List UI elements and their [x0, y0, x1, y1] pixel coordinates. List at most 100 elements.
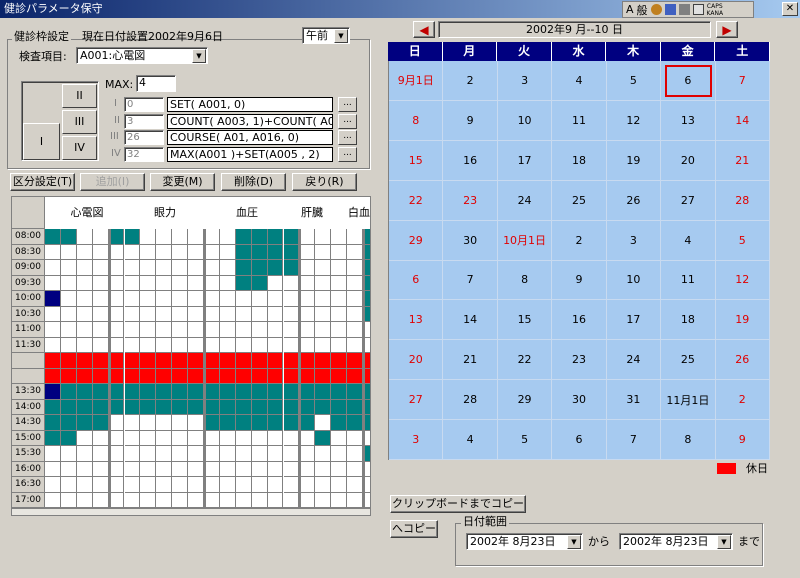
horizontal-scrollbar[interactable]	[11, 508, 371, 516]
schedule-cell[interactable]	[172, 384, 189, 400]
schedule-cell[interactable]	[331, 446, 348, 462]
rule-edit-button-iv[interactable]: ...	[338, 147, 357, 162]
schedule-cell[interactable]	[188, 492, 204, 507]
schedule-cell[interactable]	[331, 260, 348, 276]
schedule-cell[interactable]	[347, 337, 363, 353]
schedule-cell[interactable]	[347, 399, 363, 415]
calendar-day[interactable]: 5	[715, 220, 770, 261]
schedule-cell[interactable]	[299, 384, 316, 400]
schedule-cell[interactable]	[108, 461, 125, 477]
calendar-day[interactable]: 9	[552, 260, 607, 301]
rule-formula-iv[interactable]: MAX(A001 )+SET(A005 , 2)	[167, 147, 333, 162]
schedule-cell[interactable]	[268, 492, 284, 507]
schedule-cell[interactable]	[235, 477, 252, 493]
schedule-cell[interactable]	[140, 260, 157, 276]
schedule-cell[interactable]	[363, 229, 370, 245]
schedule-cell[interactable]	[267, 275, 284, 291]
schedule-cell[interactable]	[363, 244, 370, 260]
schedule-cell[interactable]	[363, 306, 370, 322]
schedule-cell[interactable]	[315, 337, 332, 353]
calendar-day[interactable]: 28	[715, 180, 770, 221]
schedule-cell[interactable]	[283, 415, 300, 431]
schedule-cell[interactable]	[172, 477, 189, 493]
schedule-cell[interactable]	[60, 368, 77, 384]
calendar-day[interactable]: 4	[443, 420, 498, 460]
rule-formula-ii[interactable]: COUNT( A003, 1)+COUNT( A0	[167, 114, 333, 129]
calendar-day[interactable]: 10	[606, 260, 662, 301]
schedule-cell[interactable]	[363, 353, 370, 369]
schedule-cell[interactable]	[125, 492, 141, 507]
calendar-day[interactable]: 3	[389, 420, 444, 460]
schedule-cell[interactable]	[60, 415, 77, 431]
schedule-cell[interactable]	[124, 260, 141, 276]
schedule-cell[interactable]	[76, 260, 93, 276]
schedule-cell[interactable]	[172, 492, 189, 507]
schedule-cell[interactable]	[347, 368, 363, 384]
schedule-cell[interactable]	[108, 275, 125, 291]
schedule-cell[interactable]	[140, 461, 157, 477]
schedule-cell[interactable]	[204, 399, 220, 415]
schedule-cell[interactable]	[204, 461, 220, 477]
schedule-cell[interactable]	[363, 461, 370, 477]
schedule-cell[interactable]	[251, 384, 268, 400]
schedule-cell[interactable]	[76, 322, 93, 338]
schedule-cell[interactable]	[45, 430, 61, 446]
calendar-day[interactable]: 16	[443, 140, 498, 181]
calendar-day[interactable]: 7	[443, 260, 498, 301]
calendar-day[interactable]: 4	[552, 61, 607, 101]
schedule-cell[interactable]	[108, 492, 125, 507]
schedule-cell[interactable]	[92, 291, 109, 307]
schedule-cell[interactable]	[108, 353, 125, 369]
schedule-cell[interactable]	[251, 244, 268, 260]
calendar-day[interactable]: 23	[443, 180, 498, 221]
schedule-cell[interactable]	[315, 353, 332, 369]
schedule-cell[interactable]	[331, 384, 348, 400]
schedule-cell[interactable]	[156, 477, 173, 493]
schedule-cell[interactable]	[299, 244, 316, 260]
copy-to-button[interactable]: へコピー	[390, 520, 438, 538]
schedule-cell[interactable]	[140, 291, 157, 307]
schedule-cell[interactable]	[188, 430, 204, 446]
schedule-cell[interactable]	[188, 353, 204, 369]
calendar-day[interactable]: 25	[552, 180, 607, 221]
tab-i[interactable]: I	[23, 123, 60, 160]
tab-iv[interactable]: IV	[62, 136, 97, 160]
calendar-day[interactable]: 8	[389, 100, 444, 141]
schedule-cell[interactable]	[347, 244, 363, 260]
schedule-cell[interactable]	[284, 492, 300, 507]
calendar-day[interactable]: 22	[497, 340, 553, 381]
schedule-cell[interactable]	[267, 306, 284, 322]
schedule-cell[interactable]	[92, 430, 109, 446]
schedule-cell[interactable]	[188, 322, 204, 338]
calendar-body[interactable]: 9月1日 2 3 4 5 6 7 8 9 10 11 12 13 14 15 16 17 18 19 20 21 22 23…	[388, 61, 770, 460]
schedule-cell[interactable]	[124, 244, 141, 260]
schedule-cell[interactable]	[92, 322, 109, 338]
schedule-cell[interactable]	[363, 492, 370, 507]
schedule-cell[interactable]	[124, 368, 141, 384]
schedule-cell[interactable]	[219, 275, 236, 291]
schedule-cell[interactable]	[45, 322, 61, 338]
schedule-cell[interactable]	[172, 337, 189, 353]
date-from-picker[interactable]: 2002年 8月23日 ▼	[466, 533, 583, 550]
calendar-day[interactable]: 29	[389, 220, 444, 261]
schedule-cell[interactable]	[156, 322, 173, 338]
calendar-day[interactable]: 2	[443, 61, 498, 101]
schedule-cell[interactable]	[347, 353, 363, 369]
schedule-cell[interactable]	[76, 337, 93, 353]
schedule-cell[interactable]	[45, 337, 61, 353]
schedule-cell[interactable]	[219, 337, 236, 353]
schedule-cell[interactable]	[331, 275, 348, 291]
schedule-cell[interactable]	[140, 229, 157, 245]
copy-clipboard-button[interactable]: クリップボードまでコピー	[390, 495, 526, 513]
schedule-cell[interactable]	[219, 229, 236, 245]
schedule-cell[interactable]	[235, 368, 252, 384]
rule-edit-button-i[interactable]: ...	[338, 97, 357, 112]
schedule-cell[interactable]	[331, 399, 348, 415]
schedule-cell[interactable]	[299, 446, 316, 462]
calendar-day[interactable]: 9	[443, 100, 498, 141]
schedule-cell[interactable]	[76, 291, 93, 307]
schedule-cell[interactable]	[347, 306, 363, 322]
schedule-cell[interactable]	[140, 492, 157, 507]
schedule-cell[interactable]	[283, 430, 300, 446]
schedule-cell[interactable]	[204, 353, 220, 369]
